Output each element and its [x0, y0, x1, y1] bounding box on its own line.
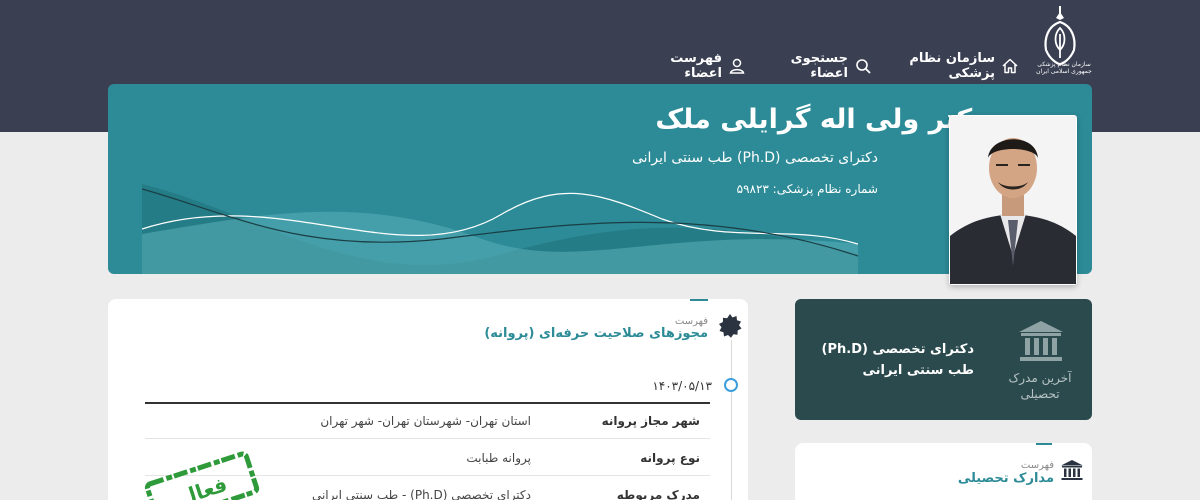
- license-row-value: استان تهران- شهرستان تهران- شهر تهران: [320, 414, 531, 428]
- accent-line: [690, 299, 708, 301]
- seal-badge-icon: [719, 314, 742, 338]
- active-stamp: فعال: [144, 451, 260, 500]
- search-icon: [854, 57, 872, 75]
- timeline-dot: [724, 378, 738, 392]
- decorative-waves: [142, 184, 858, 274]
- accent-line: [1036, 443, 1052, 445]
- nav-search-members[interactable]: جستجوی اعضاء: [762, 51, 872, 81]
- latest-degree-caption: آخرین مدرک تحصیلی: [1008, 371, 1072, 402]
- institution-icon: [1019, 321, 1063, 361]
- doctor-specialty: دکترای تخصصی (Ph.D) طب سنتی ایرانی: [631, 150, 878, 166]
- logo-caption: سازمان نظام پزشکی جمهوری اسلامی ایران: [1036, 61, 1092, 75]
- degrees-title[interactable]: مدارک تحصیلی: [958, 471, 1054, 486]
- doctor-name: دکتر ولی اله گرایلی ملک: [655, 104, 986, 135]
- licenses-title[interactable]: مجوزهای صلاحیت حرفه‌ای (پروانه): [484, 326, 708, 341]
- latest-degree-text: دکترای تخصصی (Ph.D) طب سنتی ایرانی: [821, 342, 974, 378]
- nav-members-list[interactable]: فهرست اعضاء: [644, 51, 746, 81]
- nav-label: جستجوی اعضاء: [790, 51, 848, 81]
- license-date: ۱۴۰۳/۰۵/۱۳: [652, 379, 712, 393]
- home-icon: [1001, 57, 1019, 75]
- license-row-value: پروانه طبابت: [466, 451, 531, 465]
- license-row-label: نوع پروانه: [640, 451, 700, 465]
- license-divider: [145, 402, 710, 404]
- degrees-list-label: فهرست: [1020, 460, 1054, 471]
- nav-label: فهرست اعضاء: [670, 51, 722, 81]
- medical-council-number: شماره نظام پزشکی: ۵۹۸۲۳: [736, 182, 878, 196]
- nav-medical-council[interactable]: سازمان نظام پزشکی: [889, 51, 1019, 81]
- row-divider: [145, 438, 710, 439]
- license-row-value: دکترای تخصصی (Ph.D) - طب سنتی ایرانی: [311, 488, 531, 500]
- timeline-line: [731, 340, 732, 500]
- license-row-label: مدرک مربوطه: [616, 488, 700, 500]
- user-icon: [728, 57, 746, 75]
- doctor-photo: [949, 115, 1077, 285]
- stamp-text: فعال: [176, 472, 230, 500]
- institution-icon: [1061, 460, 1083, 480]
- license-row-label: شهر مجاز پروانه: [601, 414, 700, 428]
- nav-label: سازمان نظام پزشکی: [909, 51, 995, 81]
